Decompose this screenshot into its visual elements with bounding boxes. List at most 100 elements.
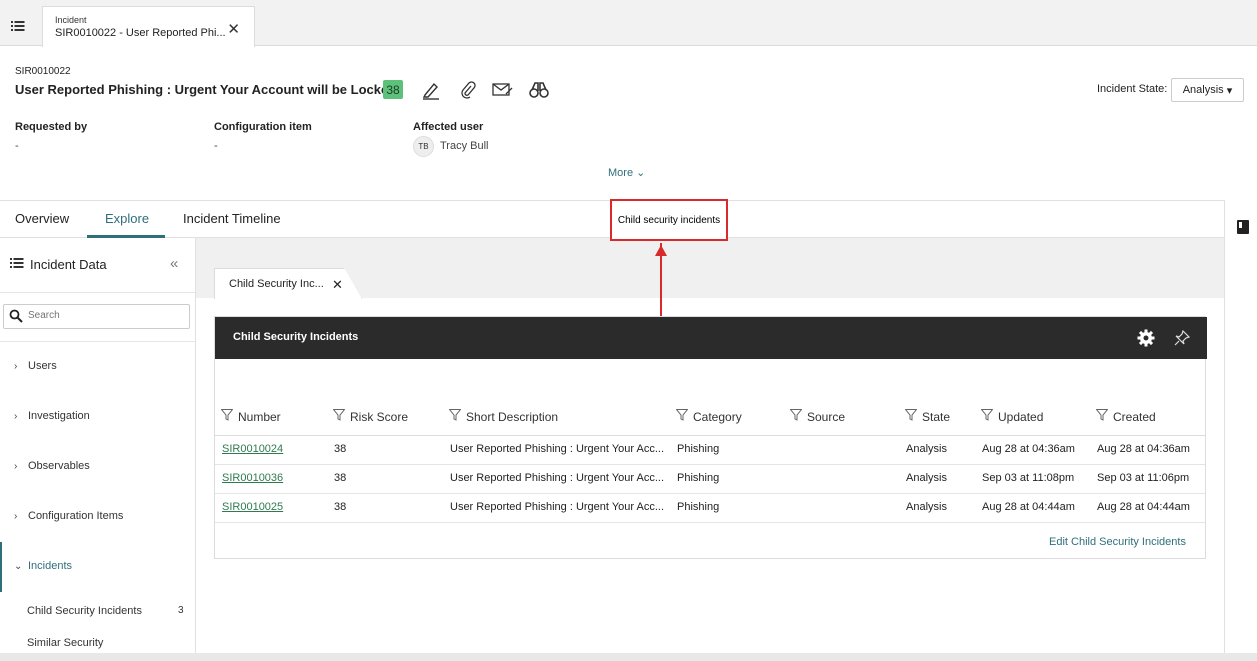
column-header-number[interactable]: Number (220, 409, 281, 424)
config-item-label: Configuration item (214, 121, 312, 133)
gear-icon[interactable] (1137, 329, 1155, 352)
column-header-short-description[interactable]: Short Description (448, 409, 559, 424)
column-header-label: Category (693, 409, 742, 424)
column-header-state[interactable]: State (904, 409, 951, 424)
tab-incident-timeline[interactable]: Incident Timeline (183, 211, 281, 226)
top-tab-strip: Incident SIR0010022 - User Reported Phi.… (0, 0, 1257, 47)
cell-created: Aug 28 at 04:36am (1097, 443, 1190, 455)
active-item-indicator (0, 542, 2, 592)
filter-icon[interactable] (904, 409, 918, 424)
sidebar-subitem-child-security-incidents[interactable]: Child Security Incidents (27, 605, 142, 617)
cell-risk-score: 38 (334, 501, 347, 513)
panel-title: Child Security Incidents (233, 331, 359, 343)
cell-number[interactable]: SIR0010036 (222, 472, 283, 484)
pin-icon[interactable] (1173, 329, 1191, 352)
filter-icon[interactable] (448, 409, 462, 424)
filter-icon[interactable] (980, 409, 994, 424)
cell-risk-score: 38 (334, 443, 347, 455)
chevron-right-icon: › (14, 410, 18, 422)
more-button[interactable]: More ⌄ (608, 166, 645, 179)
close-icon[interactable]: ✕ (227, 20, 240, 38)
sidebar-header: Incident Data (10, 257, 107, 272)
incident-state-dropdown[interactable]: Analysis ▾ (1171, 78, 1244, 102)
content-area: Child Security Inc... ✕ Child Security I… (196, 238, 1224, 661)
card-tab-label: Child Security Inc... (229, 278, 324, 290)
sidebar-item-label: Users (28, 360, 57, 372)
requested-by-value: - (15, 140, 19, 152)
sidebar-subitem-similar-security[interactable]: Similar Security (27, 637, 103, 649)
incident-state-value: Analysis (1182, 84, 1224, 96)
bottom-scrollbar[interactable] (0, 653, 1257, 661)
sidebar-item-users[interactable]: › Users (14, 360, 57, 372)
tab-explore[interactable]: Explore (105, 211, 149, 226)
card-tab-child-security-incidents[interactable]: Child Security Inc... ✕ (214, 268, 362, 299)
edit-child-incidents-link[interactable]: Edit Child Security Incidents (1049, 536, 1186, 548)
cell-category: Phishing (677, 443, 720, 455)
search-input[interactable] (28, 310, 178, 321)
column-header-created[interactable]: Created (1095, 409, 1156, 424)
tab-overview[interactable]: Overview (15, 211, 69, 226)
sidebar-item-observables[interactable]: › Observables (14, 460, 90, 472)
column-header-source[interactable]: Source (789, 409, 845, 424)
book-icon[interactable] (1237, 220, 1249, 239)
column-header-category[interactable]: Category (675, 409, 742, 424)
search-icon (9, 309, 23, 328)
cell-number[interactable]: SIR0010025 (222, 501, 283, 513)
divider (0, 292, 195, 293)
header-rule (215, 435, 1205, 436)
email-icon[interactable] (492, 80, 513, 100)
attachment-icon[interactable] (458, 80, 478, 100)
edit-pencil-icon[interactable] (421, 80, 441, 100)
filter-icon[interactable] (789, 409, 803, 424)
cell-created: Sep 03 at 11:06pm (1097, 472, 1190, 484)
column-header-label: Short Description (466, 409, 559, 424)
cell-updated: Aug 28 at 04:44am (982, 501, 1075, 513)
record-number: SIR0010022 (15, 66, 71, 77)
column-header-label: State (922, 409, 951, 424)
filter-icon[interactable] (675, 409, 689, 424)
child-incidents-panel: Child Security Incidents Number Risk Scor… (214, 316, 1207, 559)
chevron-down-icon: ⌄ (636, 167, 646, 179)
row-rule (215, 493, 1205, 494)
divider (0, 341, 195, 342)
collapse-sidebar-icon[interactable]: « (170, 255, 178, 272)
sidebar-item-investigation[interactable]: › Investigation (14, 410, 90, 422)
menu-icon[interactable] (0, 6, 36, 46)
cell-category: Phishing (677, 501, 720, 513)
more-label: More (608, 167, 634, 179)
cell-short-description: User Reported Phishing : Urgent Your Acc… (450, 443, 665, 455)
sidebar-item-label: Investigation (28, 410, 90, 422)
sidebar-search[interactable] (3, 304, 190, 329)
config-item-value: - (214, 140, 218, 152)
right-side-strip (1224, 200, 1257, 661)
filter-icon[interactable] (220, 409, 234, 424)
cell-state: Analysis (906, 443, 947, 455)
filter-icon[interactable] (1095, 409, 1109, 424)
sidebar-item-incidents[interactable]: ⌄ Incidents (14, 560, 72, 572)
sidebar-item-label: Configuration Items (28, 510, 124, 522)
column-header-label: Risk Score (350, 409, 409, 424)
affected-user-value[interactable]: Tracy Bull (440, 140, 489, 152)
row-rule (215, 522, 1205, 523)
document-tab-type: Incident (55, 15, 87, 25)
chevron-right-icon: › (14, 460, 18, 472)
binoculars-icon[interactable] (529, 80, 549, 100)
row-rule (215, 464, 1205, 465)
affected-user-label: Affected user (413, 121, 484, 133)
list-icon (10, 257, 24, 272)
sidebar-item-label: Incidents (28, 560, 73, 572)
cell-number[interactable]: SIR0010024 (222, 443, 283, 455)
column-header-risk-score[interactable]: Risk Score (332, 409, 409, 424)
annotation-callout: Child security incidents (610, 199, 728, 241)
incident-state-label: Incident State: (1097, 83, 1168, 95)
column-header-label: Created (1113, 409, 1156, 424)
sidebar-title: Incident Data (30, 257, 107, 272)
avatar: TB (413, 136, 434, 157)
document-tab[interactable]: Incident SIR0010022 - User Reported Phi.… (42, 6, 255, 47)
sidebar-item-configuration-items[interactable]: › Configuration Items (14, 510, 123, 522)
column-header-updated[interactable]: Updated (980, 409, 1043, 424)
close-icon[interactable]: ✕ (332, 277, 343, 293)
filter-icon[interactable] (332, 409, 346, 424)
incident-data-sidebar: Incident Data « › Users › Investigation › O… (0, 238, 196, 661)
requested-by-label: Requested by (15, 121, 88, 133)
